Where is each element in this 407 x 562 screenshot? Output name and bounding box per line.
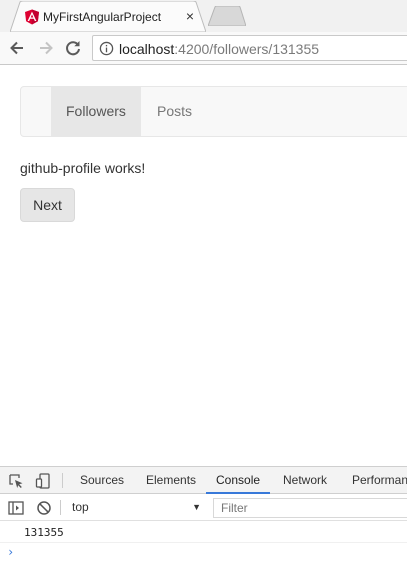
page-content: Followers Posts github-profile works! Ne…: [0, 66, 407, 466]
devtools-tab-network[interactable]: Network: [283, 467, 327, 494]
console-log-line: 131355: [0, 523, 407, 543]
url-path: :4200/followers/131355: [174, 41, 320, 57]
devtools-tab-elements[interactable]: Elements: [146, 467, 196, 494]
devtools-tab-sources[interactable]: Sources: [80, 467, 124, 494]
tab-close-icon[interactable]: ×: [183, 8, 197, 24]
tab-title: MyFirstAngularProject: [43, 10, 162, 24]
console-toolbar: top ▼: [0, 495, 407, 521]
dropdown-arrow-icon: ▼: [192, 502, 201, 512]
devtools-tabbar: Sources Elements Console Network Perform…: [0, 467, 407, 494]
angular-icon: [25, 9, 39, 25]
nav-link-followers[interactable]: Followers: [51, 87, 141, 136]
nav-link-posts[interactable]: Posts: [142, 87, 207, 136]
back-icon[interactable]: [7, 38, 27, 58]
reload-icon[interactable]: [63, 38, 83, 58]
clear-console-icon[interactable]: [36, 500, 52, 516]
devtools-panel: Sources Elements Console Network Perform…: [0, 466, 407, 562]
browser-toolbar: localhost:4200/followers/131355: [0, 32, 407, 65]
new-tab-button[interactable]: [208, 6, 246, 26]
devtools-tab-performance[interactable]: Performan: [352, 467, 407, 494]
app-navbar: Followers Posts: [20, 86, 407, 137]
address-url: localhost:4200/followers/131355: [119, 41, 319, 57]
address-bar[interactable]: localhost:4200/followers/131355: [92, 35, 407, 61]
next-button[interactable]: Next: [20, 188, 75, 222]
context-select-value: top: [72, 500, 89, 514]
info-icon[interactable]: [99, 41, 114, 56]
devtools-tab-console[interactable]: Console: [206, 467, 271, 494]
forward-icon[interactable]: [36, 38, 56, 58]
console-filter-input[interactable]: [213, 498, 407, 518]
devtools-separator: [62, 473, 63, 488]
browser-tabstrip: MyFirstAngularProject ×: [0, 0, 407, 32]
devtools-separator: [60, 500, 61, 515]
device-toolbar-icon[interactable]: [35, 473, 51, 489]
browser-tab[interactable]: MyFirstAngularProject ×: [10, 1, 206, 32]
github-profile-text: github-profile works!: [20, 160, 146, 176]
console-prompt-icon[interactable]: ›: [7, 545, 14, 559]
show-sidebar-icon[interactable]: [8, 500, 24, 516]
url-host: localhost: [119, 41, 175, 57]
inspect-element-icon[interactable]: [8, 473, 24, 489]
context-select[interactable]: top ▼: [64, 497, 207, 518]
